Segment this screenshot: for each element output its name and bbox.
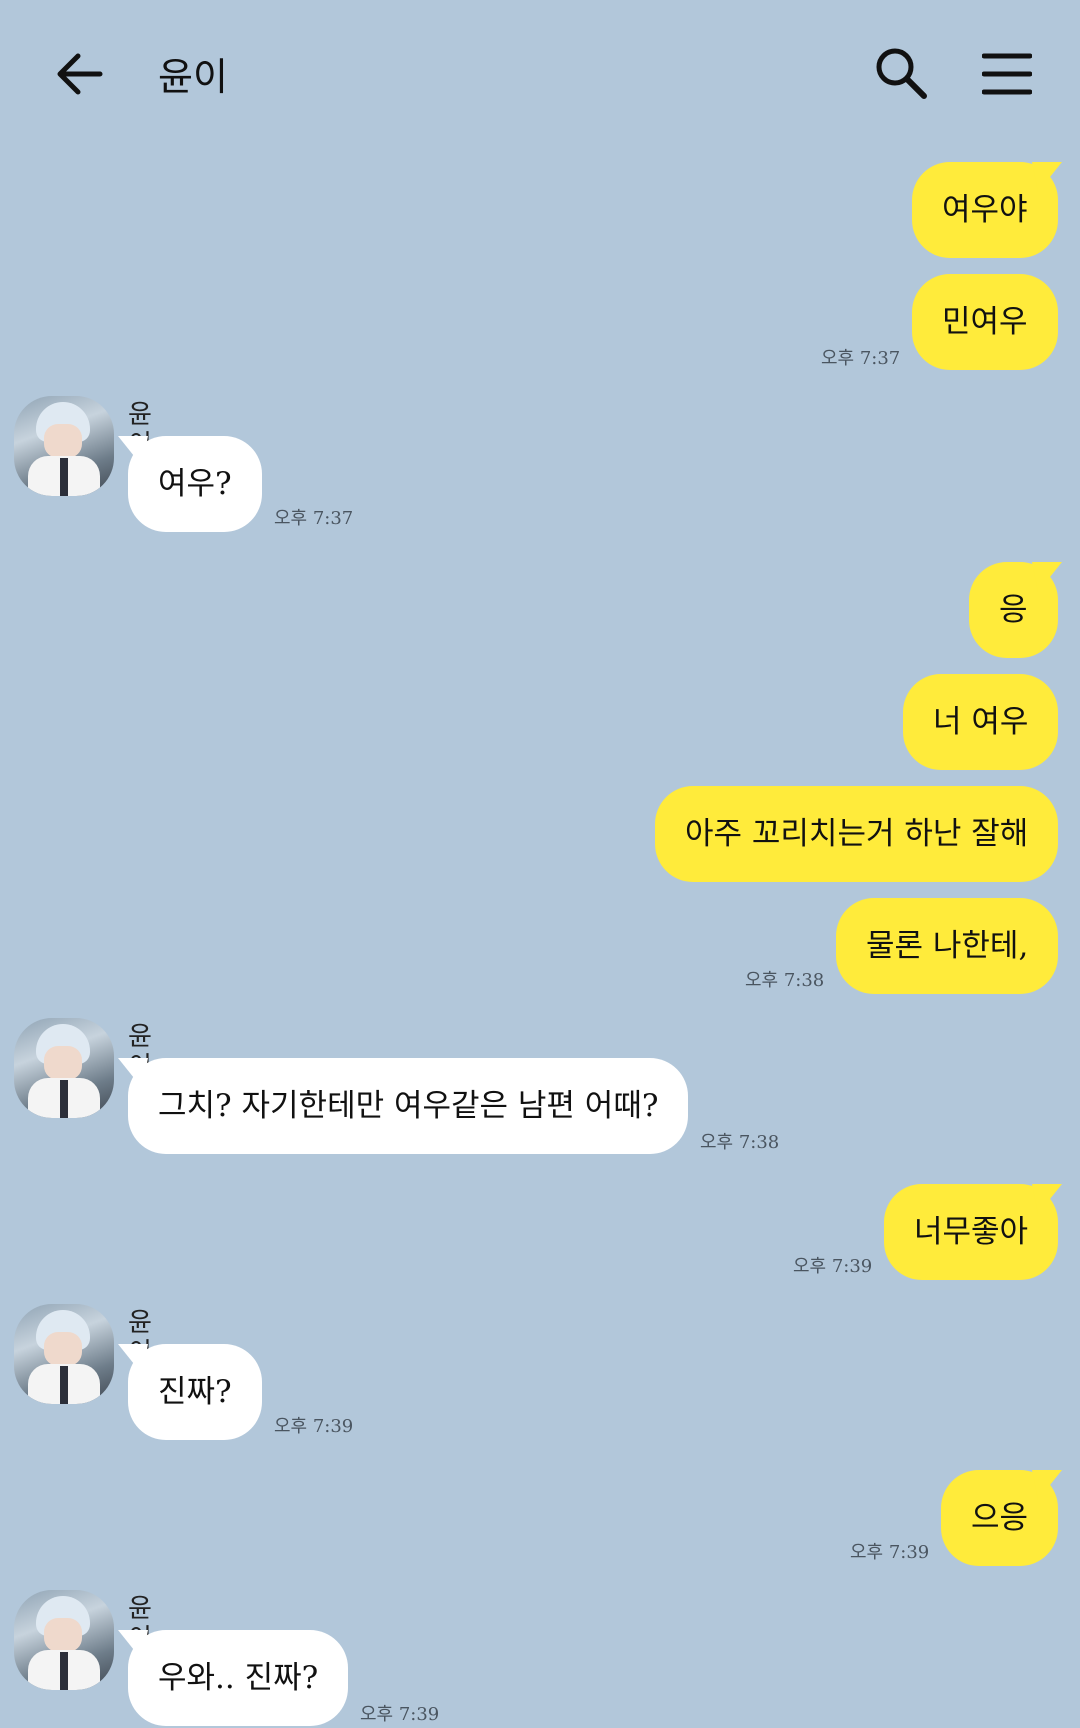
message-time: 오후 7:39 bbox=[274, 1416, 354, 1437]
message-time: 오후 7:39 bbox=[850, 1542, 930, 1563]
bubble-tail-icon bbox=[1032, 562, 1062, 592]
chat-title: 윤이 bbox=[158, 55, 228, 99]
hamburger-menu-icon[interactable] bbox=[982, 52, 1032, 96]
bubble-tail-icon bbox=[1032, 162, 1062, 192]
bubble-tail-icon bbox=[1032, 1470, 1062, 1500]
message-time: 오후 7:37 bbox=[274, 508, 354, 529]
message-time: 오후 7:38 bbox=[700, 1132, 780, 1153]
bubble-tail-icon bbox=[1032, 1184, 1062, 1214]
chat-header: 윤이 bbox=[0, 0, 1080, 150]
message-time: 오후 7:38 bbox=[745, 970, 825, 991]
arrow-left-icon[interactable] bbox=[52, 48, 104, 100]
other-message-bubble[interactable]: 여우? bbox=[128, 436, 262, 532]
my-message-bubble[interactable]: 아주 꼬리치는거 하난 잘해 bbox=[655, 786, 1059, 882]
message-time: 오후 7:39 bbox=[793, 1256, 873, 1277]
my-message-bubble[interactable]: 민여우 bbox=[912, 274, 1058, 370]
message-time: 오후 7:39 bbox=[360, 1704, 440, 1725]
other-message-bubble[interactable]: 우와.. 진짜? bbox=[128, 1630, 349, 1726]
my-message-bubble[interactable]: 물론 나한테, bbox=[836, 898, 1059, 994]
my-message-bubble[interactable]: 너 여우 bbox=[903, 674, 1059, 770]
avatar[interactable] bbox=[14, 1590, 114, 1690]
message-time: 오후 7:37 bbox=[821, 348, 901, 369]
search-icon[interactable] bbox=[874, 46, 928, 100]
avatar[interactable] bbox=[14, 396, 114, 496]
other-message-bubble[interactable]: 진짜? bbox=[128, 1344, 262, 1440]
avatar[interactable] bbox=[14, 1018, 114, 1118]
avatar[interactable] bbox=[14, 1304, 114, 1404]
other-message-bubble[interactable]: 그치? 자기한테만 여우같은 남편 어때? bbox=[128, 1058, 689, 1154]
